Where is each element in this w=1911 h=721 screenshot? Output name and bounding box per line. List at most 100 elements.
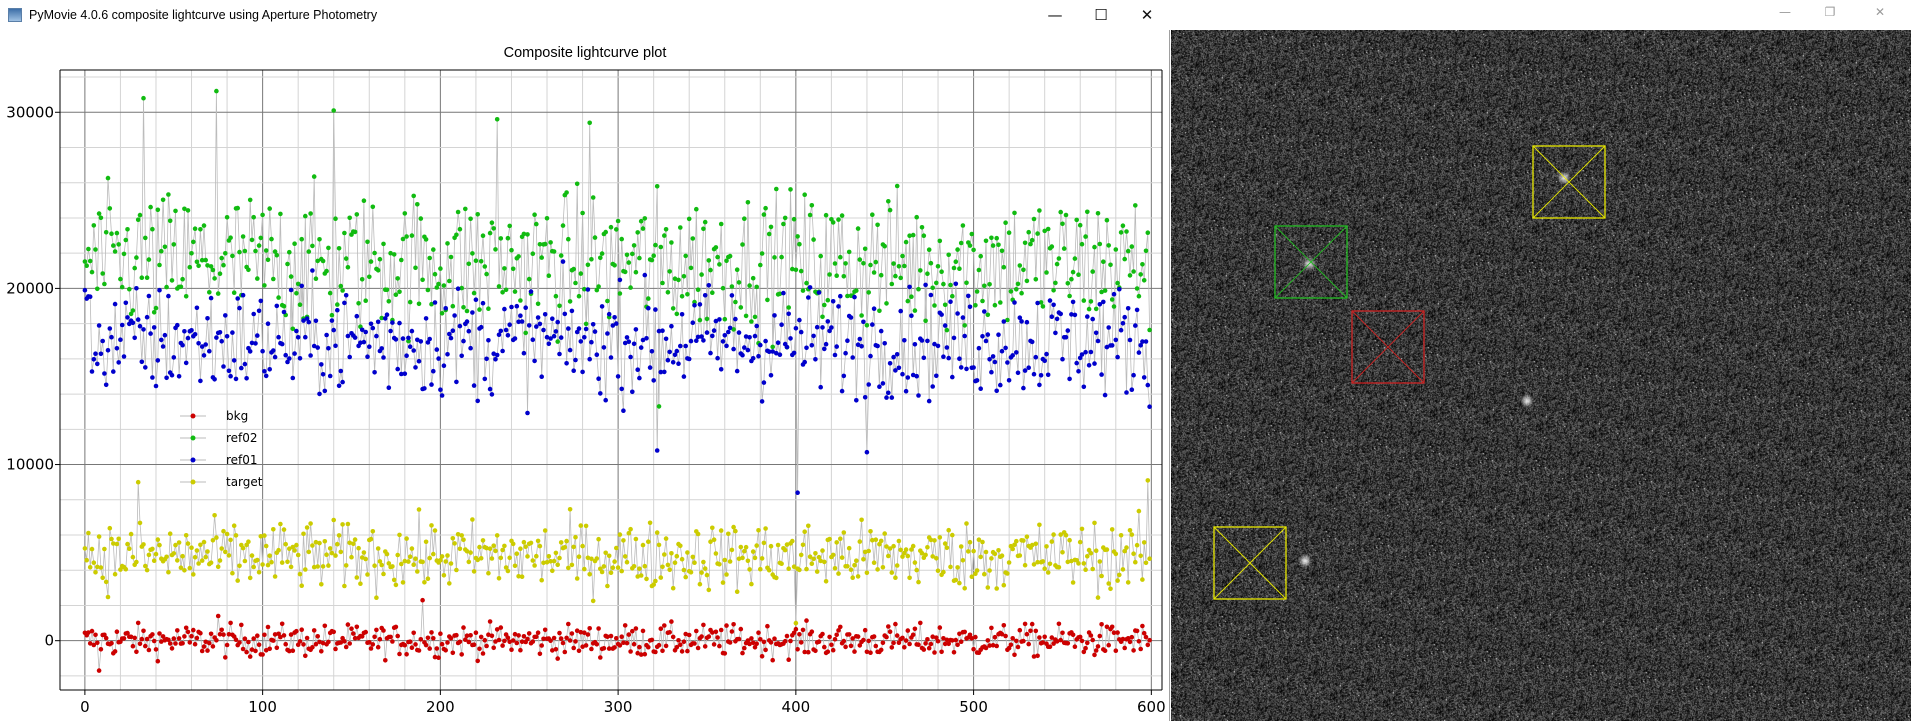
point-ref02 — [395, 276, 401, 281]
image-title-bar[interactable]: — ❐ ✕ — [1170, 0, 1911, 30]
point-bkg — [679, 649, 685, 654]
point-ref02 — [1127, 273, 1133, 278]
point-ref02 — [1097, 241, 1103, 247]
point-target — [667, 567, 672, 573]
point-target — [614, 545, 619, 551]
point-ref02 — [95, 286, 100, 292]
point-bkg — [461, 625, 466, 630]
minimize-icon[interactable]: — — [1765, 0, 1805, 24]
point-ref02 — [391, 252, 397, 257]
point-bkg — [1014, 638, 1019, 644]
point-bkg — [804, 618, 809, 623]
point-ref02 — [1060, 221, 1065, 227]
point-ref01 — [342, 300, 347, 306]
point-ref02 — [854, 288, 859, 293]
point-target — [271, 527, 276, 532]
point-ref01 — [439, 393, 445, 398]
point-ref02 — [877, 308, 882, 314]
point-bkg — [429, 630, 434, 635]
point-ref01 — [411, 348, 417, 353]
point-ref01 — [340, 379, 345, 385]
point-bkg — [1145, 642, 1151, 648]
point-target — [674, 553, 680, 559]
point-target — [221, 528, 226, 534]
point-target — [740, 555, 745, 561]
point-bkg — [738, 626, 744, 632]
point-target — [1085, 554, 1090, 559]
point-bkg — [502, 638, 507, 644]
point-ref01 — [1063, 335, 1069, 340]
point-ref01 — [903, 388, 909, 394]
aperture-target-2[interactable] — [1213, 526, 1287, 600]
point-ref01 — [175, 322, 180, 328]
point-bkg — [717, 643, 722, 649]
point-ref02 — [246, 267, 251, 273]
point-ref01 — [971, 365, 976, 370]
point-ref02 — [503, 287, 509, 293]
point-bkg — [772, 636, 777, 641]
point-bkg — [171, 636, 177, 641]
point-ref02 — [589, 257, 594, 262]
point-ref02 — [512, 289, 518, 294]
point-ref01 — [281, 309, 287, 315]
close-icon[interactable]: ✕ — [1860, 0, 1900, 24]
aperture-ref02[interactable] — [1274, 225, 1348, 299]
point-ref02 — [1014, 287, 1019, 292]
lightcurve-plot[interactable]: 0 100 200 300 400 500 6000100002000030000 bkgr… — [0, 0, 1170, 721]
point-ref02 — [729, 284, 735, 289]
point-ref02 — [546, 273, 552, 279]
point-ref01 — [198, 378, 203, 384]
point-bkg — [489, 633, 495, 639]
point-target — [759, 556, 765, 561]
point-target — [130, 554, 136, 560]
point-ref01 — [423, 316, 429, 321]
point-target — [681, 567, 687, 573]
point-ref01 — [530, 337, 536, 343]
point-target — [425, 576, 431, 581]
point-ref02 — [934, 280, 939, 286]
point-ref02 — [649, 257, 655, 263]
restore-icon[interactable]: ❐ — [1810, 0, 1850, 24]
aperture-target[interactable] — [1532, 145, 1606, 219]
point-target — [662, 552, 667, 557]
point-target — [971, 548, 976, 554]
point-bkg — [939, 649, 944, 655]
point-ref02 — [473, 258, 479, 264]
aperture-ref01[interactable] — [1351, 310, 1425, 384]
point-ref02 — [457, 226, 463, 232]
point-ref01 — [896, 365, 902, 371]
point-target — [478, 556, 484, 561]
point-ref01 — [1141, 375, 1147, 380]
point-ref02 — [493, 247, 498, 252]
point-ref01 — [276, 334, 281, 340]
point-target — [809, 561, 815, 566]
point-ref02 — [447, 278, 452, 284]
point-target — [745, 558, 751, 564]
point-ref02 — [761, 212, 767, 217]
point-ref01 — [379, 346, 385, 351]
point-ref01 — [274, 303, 280, 309]
point-target — [429, 523, 434, 528]
point-ref02 — [740, 242, 745, 247]
point-bkg — [1122, 645, 1127, 651]
point-ref01 — [390, 320, 395, 325]
point-target — [546, 554, 552, 559]
point-bkg — [912, 626, 918, 632]
point-ref01 — [811, 333, 816, 339]
point-bkg — [1138, 646, 1143, 652]
point-ref02 — [269, 236, 274, 242]
point-ref01 — [763, 338, 768, 344]
point-ref01 — [487, 386, 493, 392]
point-ref01 — [992, 359, 998, 365]
point-ref02 — [930, 285, 935, 291]
point-target — [114, 541, 120, 547]
point-target — [702, 566, 708, 571]
point-ref01 — [960, 315, 966, 320]
point-ref01 — [292, 351, 297, 356]
point-target — [102, 546, 107, 552]
point-target — [109, 536, 114, 542]
point-ref02 — [987, 282, 992, 287]
point-ref02 — [710, 290, 715, 296]
point-target — [320, 564, 326, 569]
point-target — [137, 520, 143, 526]
